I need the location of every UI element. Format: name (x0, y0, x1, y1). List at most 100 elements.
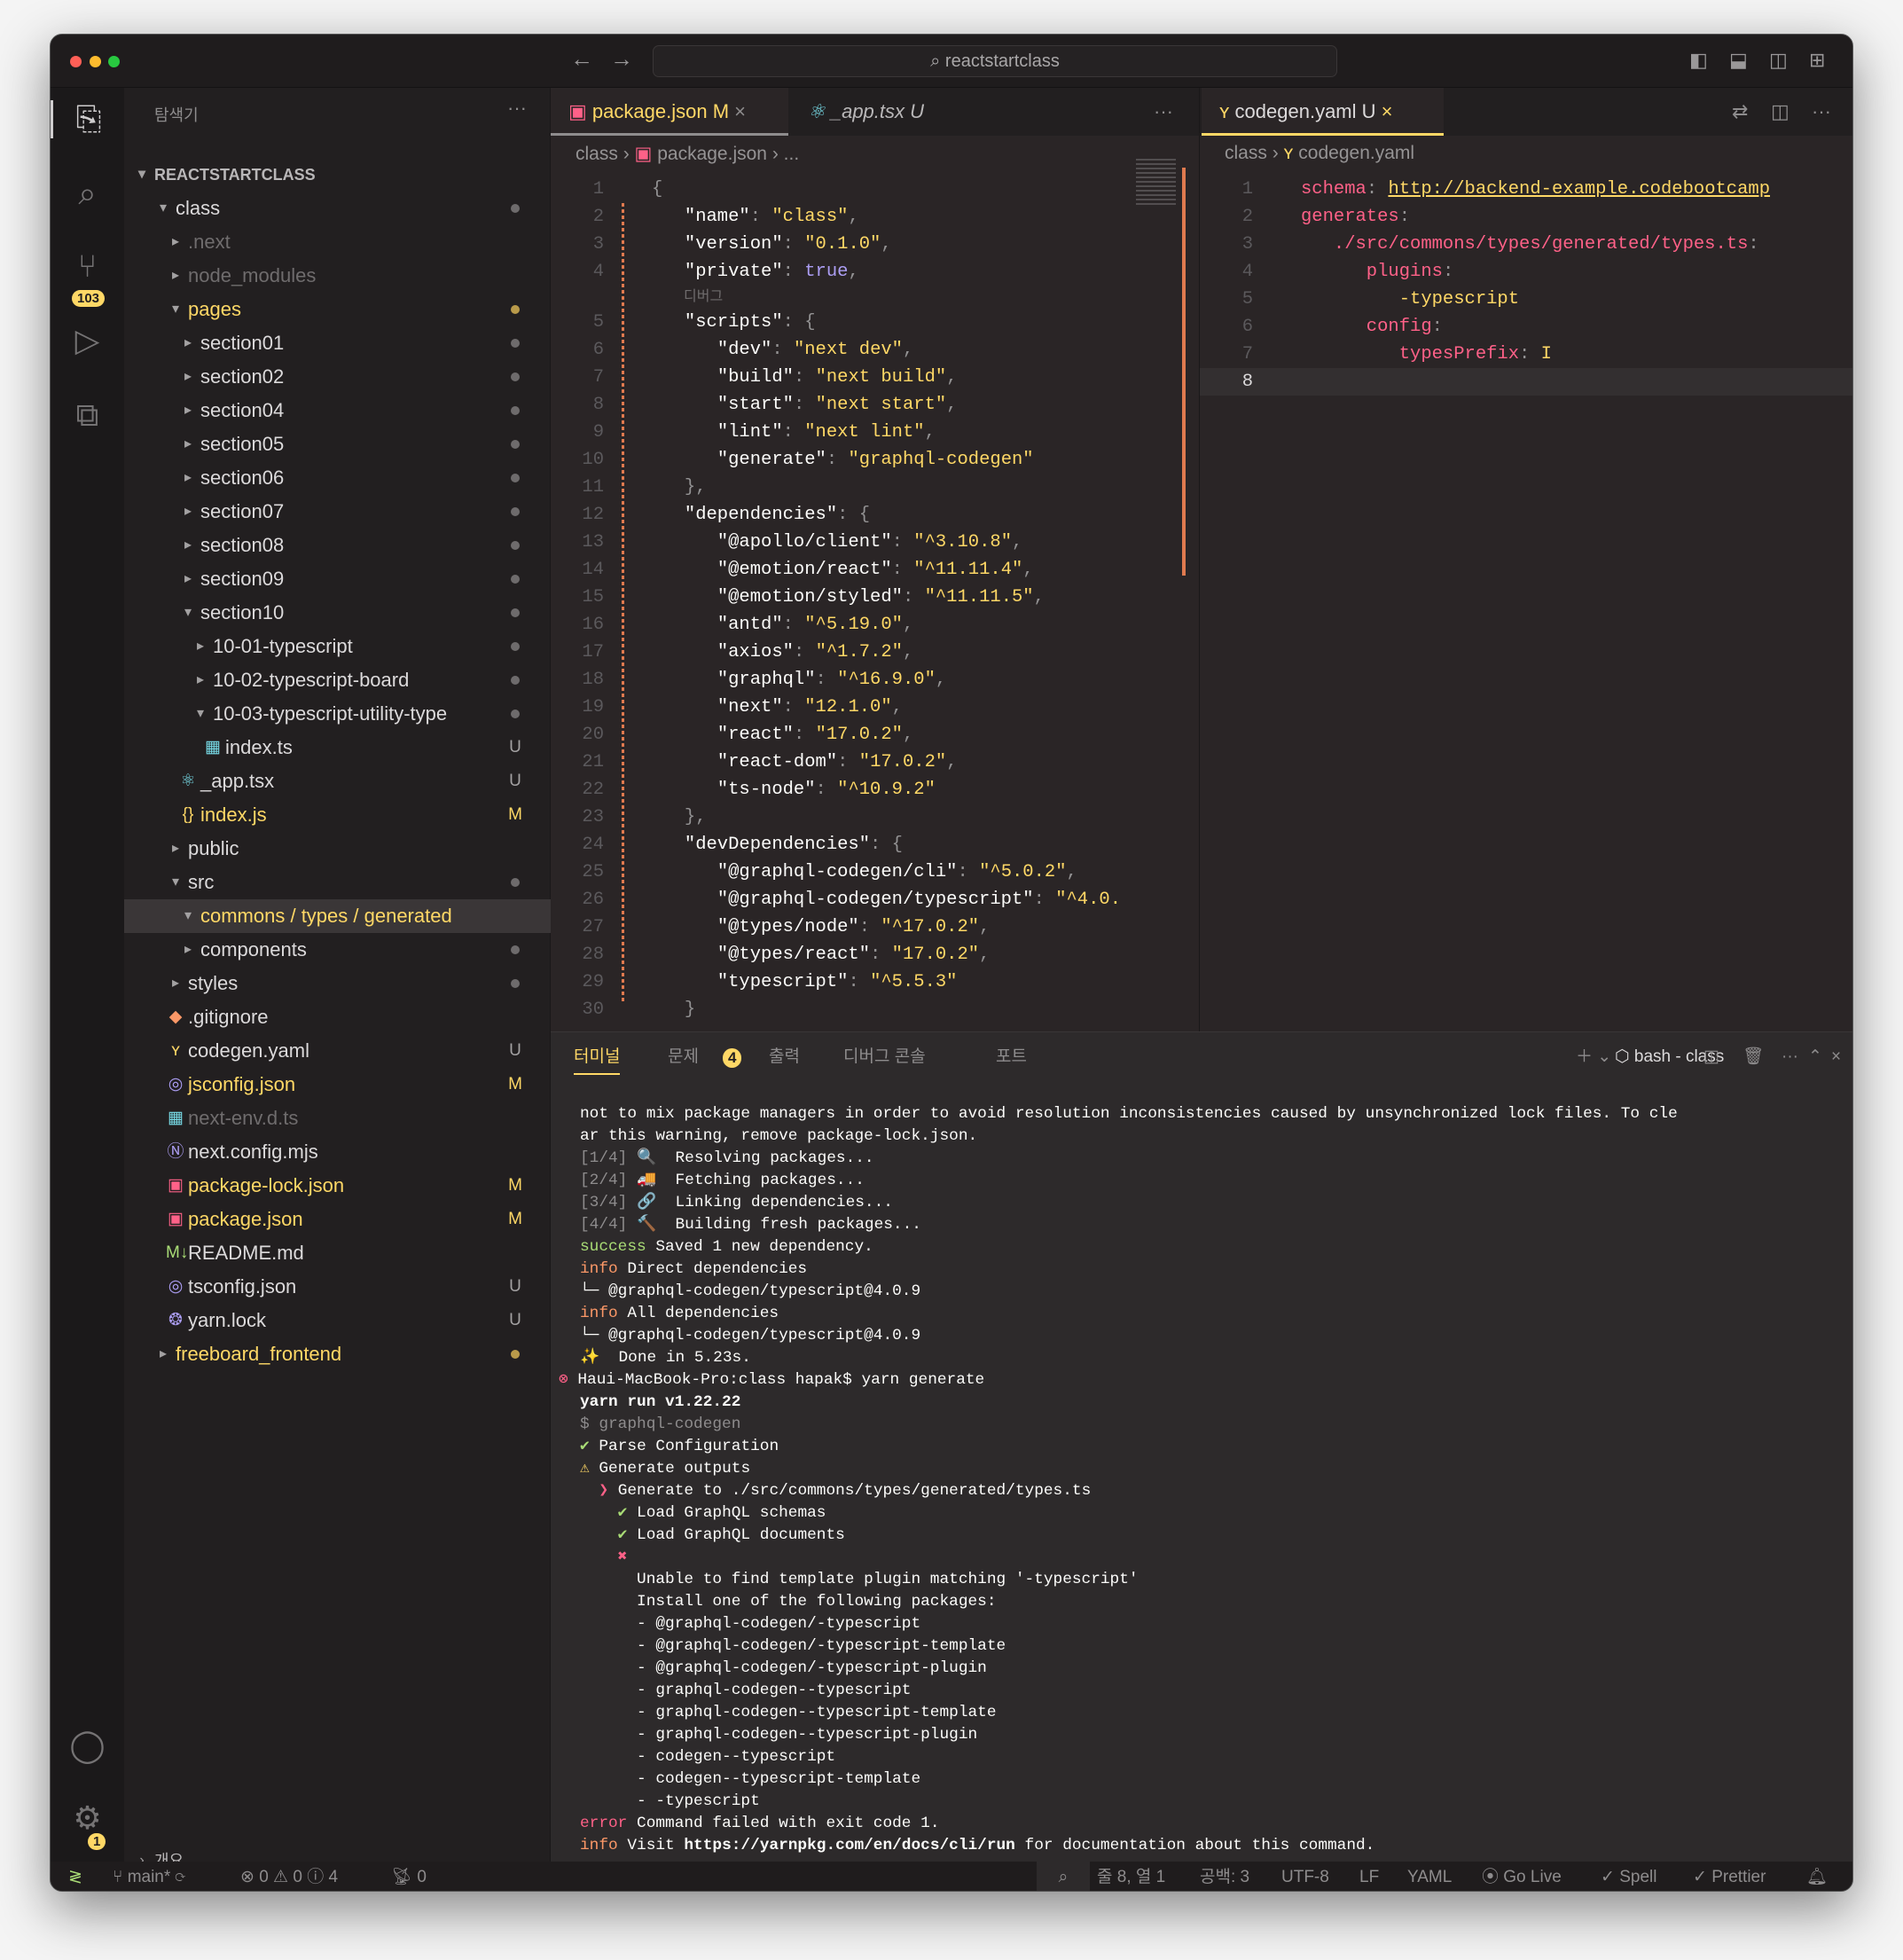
toggle-secondary-sidebar-icon[interactable]: ◫ (1769, 49, 1788, 72)
panel-tab[interactable]: 문제 (668, 1043, 699, 1075)
open-changes-icon[interactable]: ⇄ (1732, 88, 1748, 136)
codelens-debug[interactable]: 디버그 (551, 286, 1199, 309)
tab-codegen-yaml[interactable]: ʏ codegen.yaml U × (1202, 88, 1444, 136)
maximize-panel-icon[interactable]: ⌃ (1808, 1043, 1822, 1075)
tree-item[interactable]: ▸ section09 (124, 562, 551, 596)
split-terminal-icon[interactable]: ◫ (1703, 1043, 1719, 1075)
ports-indicator[interactable]: 📡︎ 0 (391, 1862, 427, 1891)
chevron-right-icon: ▸ (184, 403, 192, 418)
tree-item[interactable]: ▦ index.ts U (124, 731, 551, 764)
tree-item[interactable]: ▾ class (124, 192, 551, 225)
tree-item[interactable]: ▸ 10-01-typescript (124, 630, 551, 663)
panel-tab[interactable]: 출력 (769, 1043, 800, 1075)
search-icon[interactable]: ⌕ (51, 175, 124, 213)
customize-layout-icon[interactable]: ⊞ (1809, 49, 1825, 72)
panel-tab[interactable]: 터미널 (574, 1043, 621, 1075)
breadcrumb-item[interactable]: codegen.yaml (1298, 143, 1414, 163)
tree-item[interactable]: M↓ README.md (124, 1236, 551, 1270)
run-debug-icon[interactable]: ▷ (51, 322, 124, 359)
tree-item[interactable]: ʏ codegen.yaml U (124, 1034, 551, 1068)
more-actions-icon[interactable]: ··· (507, 97, 527, 120)
tree-item[interactable]: ⚛ _app.tsx U (124, 764, 551, 798)
line-ending[interactable]: LF (1359, 1862, 1379, 1891)
zoom-icon[interactable]: ⌕ (1037, 1862, 1090, 1891)
tab-package-json[interactable]: ▣ package.json M × (551, 88, 788, 136)
toggle-panel-icon[interactable]: ⬓ (1729, 49, 1748, 72)
prettier-button[interactable]: ✓ Prettier (1693, 1862, 1766, 1891)
trash-icon[interactable]: 🗑 (1742, 1043, 1764, 1075)
tree-item[interactable]: ▦ next-env.d.ts (124, 1102, 551, 1135)
more-actions-icon[interactable]: ··· (1782, 1043, 1798, 1075)
breadcrumb-item[interactable]: package.json (657, 144, 767, 164)
remote-icon[interactable]: ≷ (68, 1862, 82, 1891)
more-actions-icon[interactable]: ··· (1812, 88, 1831, 136)
tree-item[interactable]: ▸ public (124, 832, 551, 866)
tree-item[interactable]: {} index.js M (124, 798, 551, 832)
close-icon[interactable]: × (734, 100, 746, 122)
close-window-button[interactable] (70, 56, 82, 67)
new-terminal-icon[interactable]: ＋ ⌄ (1576, 1043, 1611, 1075)
arrow-left-icon[interactable]: ← (570, 45, 593, 73)
tree-item[interactable]: ▾ commons / types / generated (124, 899, 551, 933)
cursor-position[interactable]: 줄 8, 열 1 (1097, 1862, 1165, 1891)
tree-item[interactable]: ▸ section01 (124, 326, 551, 360)
panel-tab[interactable]: 포트 (996, 1043, 1027, 1075)
tree-item[interactable]: ▸ section07 (124, 495, 551, 529)
maximize-window-button[interactable] (108, 56, 120, 67)
tree-item[interactable]: ◎ jsconfig.json M (124, 1068, 551, 1102)
codegen-yaml-code[interactable]: 1 schema: http://backend-example.codeboot… (1200, 176, 1852, 396)
tab-app-tsx[interactable]: ⚛ _app.tsx U (790, 88, 967, 136)
tree-item[interactable]: ◆ .gitignore (124, 1000, 551, 1034)
indentation[interactable]: 공백: 3 (1200, 1862, 1249, 1891)
code-token: , (902, 340, 914, 360)
tree-item[interactable]: ▸ 10-02-typescript-board (124, 663, 551, 697)
extensions-icon[interactable]: ⧉ (51, 396, 124, 435)
line-text: config: (1301, 313, 1443, 341)
breadcrumb-item[interactable]: class (1225, 143, 1267, 163)
tree-item[interactable]: ▸ section04 (124, 394, 551, 427)
split-editor-icon[interactable]: ◫ (1771, 88, 1789, 136)
tree-item[interactable]: ▸ section06 (124, 461, 551, 495)
close-icon[interactable]: × (1382, 100, 1393, 122)
breadcrumb-item[interactable]: class (576, 144, 618, 164)
tree-item[interactable]: ▸ styles (124, 967, 551, 1000)
tree-item[interactable]: ▾ section10 (124, 596, 551, 630)
spell-button[interactable]: ✓ Spell (1601, 1862, 1656, 1891)
go-live-button[interactable]: ⦿ Go Live (1482, 1862, 1562, 1891)
toggle-sidebar-icon[interactable]: ◧ (1689, 49, 1708, 72)
command-center-search[interactable]: ⌕ reactstartclass (653, 45, 1337, 77)
tree-item[interactable]: ▸ section08 (124, 529, 551, 562)
breadcrumb-item[interactable]: ... (784, 144, 800, 164)
tree-item[interactable]: ▾ pages (124, 293, 551, 326)
problems-indicator[interactable]: ⊗ 0 ⚠ 0 ⓘ 4 (240, 1862, 338, 1891)
more-actions-icon[interactable]: ··· (1154, 88, 1173, 136)
tree-item[interactable]: ▾ REACTSTARTCLASS (124, 158, 551, 192)
tree-item[interactable]: ▣ package.json M (124, 1203, 551, 1236)
package-json-code[interactable]: 1{2 "name": "class", 3 "version": "0.1.0"… (551, 176, 1199, 1023)
tree-item[interactable]: ▸ .next (124, 225, 551, 259)
tree-item[interactable]: ▾ 10-03-typescript-utility-type (124, 697, 551, 731)
panel-tab[interactable]: 디버그 콘솔 (843, 1043, 926, 1075)
tree-item[interactable]: Ⓝnext.config.mjs (124, 1135, 551, 1169)
accounts-icon[interactable]: ◯ (51, 1727, 124, 1764)
language-mode[interactable]: YAML (1407, 1862, 1452, 1891)
tree-item[interactable]: ◎ tsconfig.json U (124, 1270, 551, 1304)
bell-icon[interactable]: 🔔︎ (1806, 1862, 1828, 1891)
minimize-window-button[interactable] (90, 56, 101, 67)
tree-item[interactable]: ▣ package-lock.json M (124, 1169, 551, 1203)
close-panel-icon[interactable]: × (1831, 1043, 1841, 1075)
tree-item[interactable]: ▸ freeboard_frontend (124, 1337, 551, 1371)
branch-indicator[interactable]: ⑂ main* ⟳ (113, 1862, 185, 1891)
tree-item[interactable]: ▸ components (124, 933, 551, 967)
tree-item[interactable]: ▾ src (124, 866, 551, 899)
tree-item[interactable]: ▸ node_modules (124, 259, 551, 293)
gear-icon[interactable]: ⚙ (51, 1799, 124, 1837)
arrow-right-icon[interactable]: → (610, 45, 633, 73)
tree-item[interactable]: ▸ section05 (124, 427, 551, 461)
encoding[interactable]: UTF-8 (1281, 1862, 1329, 1891)
explorer-icon[interactable]: ⎘ (51, 100, 124, 138)
tree-item[interactable]: ❂ yarn.lock U (124, 1304, 551, 1337)
tree-item[interactable]: ▸ section02 (124, 360, 551, 394)
terminal-output[interactable]: not to mix package managers in order to … (559, 1103, 1678, 1857)
source-control-icon[interactable]: ⑂ (51, 247, 124, 285)
